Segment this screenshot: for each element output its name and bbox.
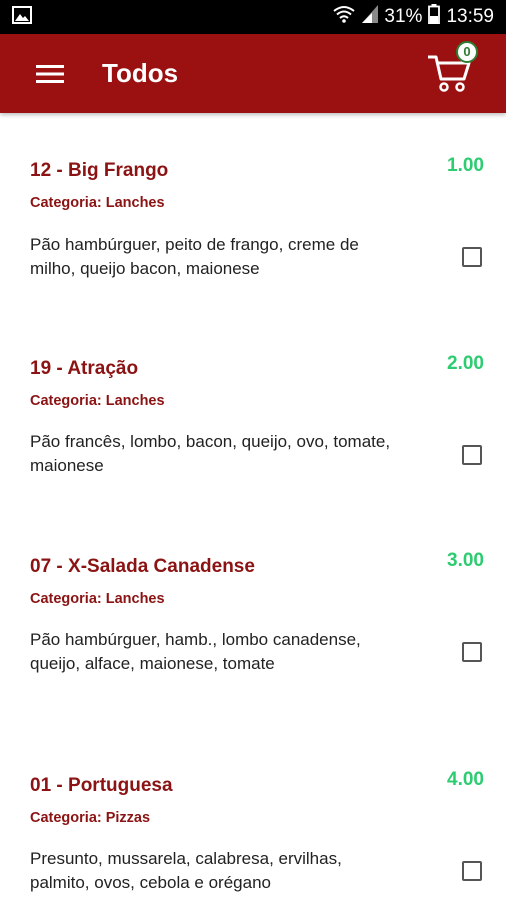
clock: 13:59 xyxy=(446,6,494,27)
product-description: Pão hambúrguer, hamb., lombo canadense, … xyxy=(30,630,361,673)
product-name: 07 - X-Salada Canadense xyxy=(30,556,255,577)
product-name: 01 - Portuguesa xyxy=(30,775,173,796)
menu-icon xyxy=(36,63,64,85)
page-title: Todos xyxy=(102,58,179,88)
battery-icon xyxy=(428,4,441,30)
cart-count-badge: 0 xyxy=(456,40,478,63)
select-checkbox[interactable] xyxy=(462,642,482,662)
product-name: 12 - Big Frango xyxy=(30,160,169,181)
product-description: Pão hambúrguer, peito de frango, creme d… xyxy=(30,235,359,278)
product-price: 3.00 xyxy=(447,550,484,571)
product-description: Pão francês, lombo, bacon, queijo, ovo, … xyxy=(30,432,391,475)
battery-percent: 31% xyxy=(384,6,423,27)
product-description: Presunto, mussarela, calabresa, ervilhas… xyxy=(30,849,342,892)
product-category: Categoria: Lanches xyxy=(30,393,165,409)
product-category: Categoria: Lanches xyxy=(30,591,165,607)
select-checkbox[interactable] xyxy=(462,445,482,465)
app-bar: Todos 0 xyxy=(0,34,506,113)
image-icon xyxy=(12,5,32,29)
product-price: 2.00 xyxy=(447,353,484,374)
status-bar: 31% 13:59 xyxy=(0,0,506,34)
product-price: 4.00 xyxy=(447,769,484,790)
select-checkbox[interactable] xyxy=(462,247,482,267)
wifi-icon xyxy=(332,5,356,29)
menu-button[interactable] xyxy=(20,44,80,104)
cart-button[interactable]: 0 xyxy=(426,40,478,99)
cart-icon xyxy=(426,55,472,99)
product-category: Categoria: Pizzas xyxy=(30,810,151,826)
select-checkbox[interactable] xyxy=(462,861,482,881)
product-category: Categoria: Lanches xyxy=(30,195,165,211)
product-price: 1.00 xyxy=(447,155,484,176)
product-name: 19 - Atração xyxy=(30,358,139,379)
signal-icon xyxy=(362,5,379,29)
